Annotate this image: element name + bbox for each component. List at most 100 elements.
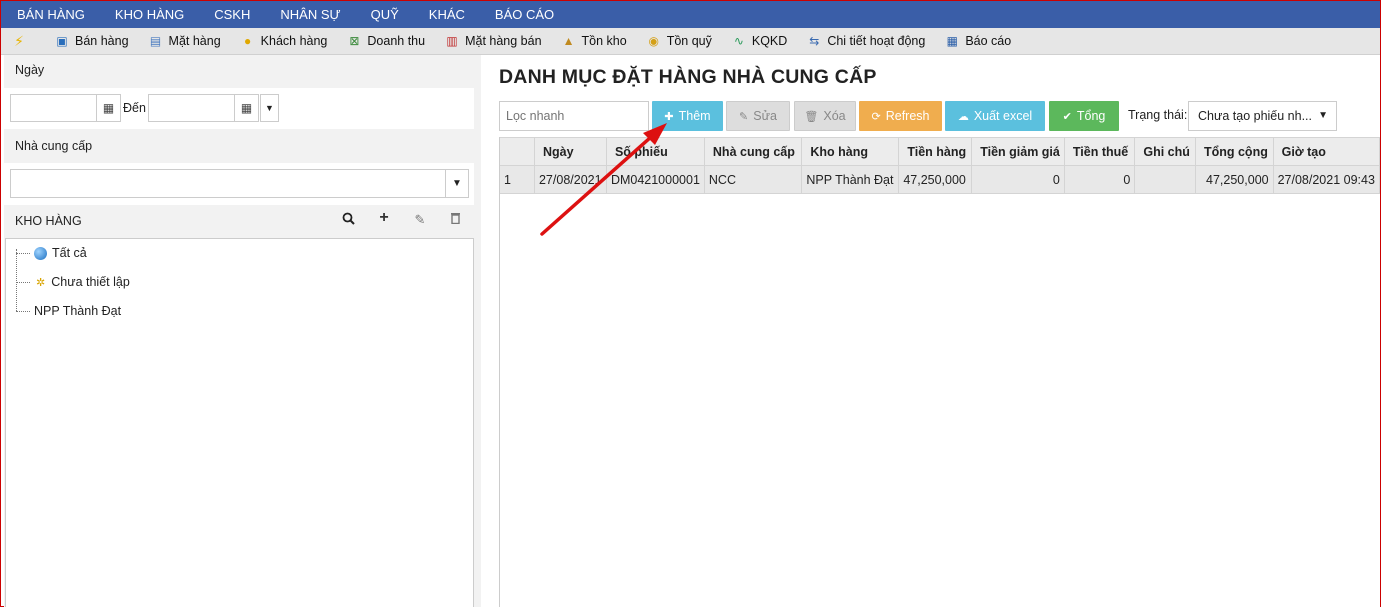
pulse-icon: ∿	[733, 34, 744, 48]
calendar-from-icon[interactable]: ▦	[97, 94, 121, 122]
plus-icon[interactable]: +	[376, 209, 392, 227]
plus-icon: ✚	[664, 110, 674, 123]
toolbar-khach-hang[interactable]: ● Khách hàng	[240, 33, 327, 49]
supplier-select[interactable]: ▼	[10, 169, 469, 198]
warehouse-tree: Tất cả ✲ Chưa thiết lập NPP Thành Đạt	[5, 238, 474, 607]
cashier-icon: ▣	[56, 34, 68, 48]
chevron-down-icon: ▼	[1318, 110, 1328, 121]
col-created-time[interactable]: Giờ tạo	[1273, 137, 1381, 166]
page-title: Danh mục đặt hàng nhà cung cấp	[499, 66, 877, 88]
orders-table: Ngày Số phiếu Nhà cung cấp Kho hàng Tiền…	[500, 137, 1381, 194]
quick-toolbar: ⚡ ▣ Bán hàng ▤ Mặt hàng ● Khách hàng ⊠ Doanh…	[1, 28, 1380, 55]
search-icon[interactable]	[340, 212, 356, 228]
nav-cskh[interactable]: CSKH	[199, 1, 265, 28]
supplier-row: ▼	[4, 163, 474, 205]
cell-note	[1134, 165, 1196, 194]
col-index[interactable]	[500, 137, 535, 166]
pencil-icon[interactable]: ✎	[412, 212, 428, 228]
cell-supplier: NCC	[704, 165, 803, 194]
gear-icon: ✲	[36, 276, 46, 289]
toolbar-doanh-thu[interactable]: ⊠ Doanh thu	[346, 33, 425, 49]
table-row[interactable]: 1 27/08/2021 DM0421000001 NCC NPP Thành …	[500, 165, 1381, 194]
cell-tax: 0	[1064, 165, 1136, 194]
main-panel: Danh mục đặt hàng nhà cung cấp ✚Thêm ✎Sử…	[481, 55, 1381, 607]
cell-amount: 47,250,000	[898, 165, 973, 194]
nav-quy[interactable]: Quỹ	[356, 1, 414, 28]
col-tax[interactable]: Tiền thuế	[1064, 137, 1136, 166]
chart-icon: ▥	[446, 34, 458, 48]
supplier-label: Nhà cung cấp	[4, 129, 474, 163]
calendar-to-icon[interactable]: ▦	[235, 94, 259, 122]
add-button[interactable]: ✚ Thêm	[652, 101, 723, 131]
coins-icon: ◉	[648, 34, 659, 48]
status-select[interactable]: Chưa tạo phiếu nh... ▼	[1188, 101, 1337, 131]
col-warehouse[interactable]: Kho hàng	[801, 137, 900, 166]
col-voucher-no[interactable]: Số phiếu	[606, 137, 705, 166]
toolbar-chi-tiet-hoat-dong[interactable]: ⇆ Chi tiết hoạt động	[806, 33, 925, 49]
nav-kho-hang[interactable]: Kho hàng	[100, 1, 199, 28]
cell-date: 27/08/2021	[534, 165, 607, 194]
toolbar-kqkd[interactable]: ∿ KQKD	[731, 33, 787, 49]
toolbar-bao-cao[interactable]: ▦ Báo cáo	[944, 33, 1012, 49]
refresh-icon: ⟳	[871, 110, 881, 123]
toolbar-ton-quy[interactable]: ◉ Tồn quỹ	[646, 33, 711, 49]
product-icon: ▤	[149, 34, 162, 48]
table-header: Ngày Số phiếu Nhà cung cấp Kho hàng Tiền…	[500, 137, 1381, 166]
toolbar-ton-kho[interactable]: ▲ Tồn kho	[561, 33, 627, 49]
nav-nhan-su[interactable]: Nhân sự	[265, 1, 355, 28]
toolbar-ban-hang[interactable]: ▣ Bán hàng	[54, 33, 128, 49]
cell-warehouse: NPP Thành Đạt	[801, 165, 900, 194]
toolbar-mat-hang[interactable]: ▤ Mặt hàng	[148, 33, 221, 49]
customer-icon: ●	[244, 34, 252, 48]
lightning-icon: ⚡	[14, 32, 24, 49]
date-from-input[interactable]	[10, 94, 97, 122]
top-nav: Bán hàng Kho hàng CSKH Nhân sự Quỹ Khác …	[1, 1, 1380, 28]
col-total[interactable]: Tổng cộng	[1195, 137, 1274, 166]
nav-khac[interactable]: Khác	[414, 1, 480, 28]
export-excel-button[interactable]: ☁ Xuất excel	[945, 101, 1045, 131]
delete-button[interactable]: 🗑 Xóa	[794, 101, 856, 131]
quick-filter-input[interactable]	[499, 101, 649, 131]
date-to-input[interactable]	[148, 94, 235, 122]
warehouse-header: Kho hàng + ✎	[4, 205, 474, 238]
lightning-button[interactable]: ⚡	[11, 33, 35, 49]
col-amount[interactable]: Tiền hàng	[898, 137, 973, 166]
report-icon: ▦	[946, 34, 958, 48]
cell-index: 1	[500, 165, 535, 194]
check-icon: ✔	[1062, 110, 1072, 123]
edit-button[interactable]: ✎ Sửa	[726, 101, 790, 131]
tree-item-unset[interactable]: ✲ Chưa thiết lập	[16, 275, 130, 289]
status-label: Trạng thái:	[1128, 108, 1188, 122]
activity-icon: ⇆	[809, 34, 820, 48]
warehouse-title: Kho hàng	[15, 214, 82, 228]
nav-ban-hang[interactable]: Bán hàng	[1, 1, 100, 28]
col-supplier[interactable]: Nhà cung cấp	[704, 137, 803, 166]
date-row: ▦ Đến ▦ ▼	[4, 88, 474, 129]
globe-icon	[34, 246, 47, 260]
left-panel: Ngày ▦ Đến ▦ ▼ Nhà cung cấp ▼ Kho hàng +…	[4, 55, 481, 607]
revenue-icon: ⊠	[349, 34, 360, 48]
to-label: Đến	[123, 101, 146, 115]
pencil-icon: ✎	[739, 110, 749, 123]
col-note[interactable]: Ghi chú	[1134, 137, 1196, 166]
tree-item-all[interactable]: Tất cả	[16, 246, 87, 260]
chevron-down-icon: ▼	[445, 170, 468, 197]
orders-grid: Ngày Số phiếu Nhà cung cấp Kho hàng Tiền…	[499, 137, 1381, 607]
stock-icon: ▲	[562, 34, 575, 48]
cell-created-time: 27/08/2021 09:43	[1273, 165, 1381, 194]
refresh-button[interactable]: ⟳ Refresh	[859, 101, 942, 131]
tree-item-npp-thanh-dat[interactable]: NPP Thành Đạt	[16, 304, 121, 318]
trash-icon[interactable]	[447, 212, 463, 227]
trash-icon: 🗑	[804, 110, 819, 123]
date-range-dropdown[interactable]: ▼	[260, 94, 279, 122]
toolbar-mat-hang-ban[interactable]: ▥ Mặt hàng bán	[444, 33, 541, 49]
col-date[interactable]: Ngày	[534, 137, 607, 166]
cell-discount: 0	[971, 165, 1065, 194]
total-button[interactable]: ✔ Tổng	[1049, 101, 1119, 131]
cell-total: 47,250,000	[1195, 165, 1274, 194]
cloud-download-icon: ☁	[957, 110, 969, 123]
col-discount[interactable]: Tiền giảm giá	[971, 137, 1065, 166]
nav-bao-cao[interactable]: Báo cáo	[480, 1, 569, 28]
date-label: Ngày	[4, 55, 481, 88]
cell-voucher-no: DM0421000001	[606, 165, 705, 194]
